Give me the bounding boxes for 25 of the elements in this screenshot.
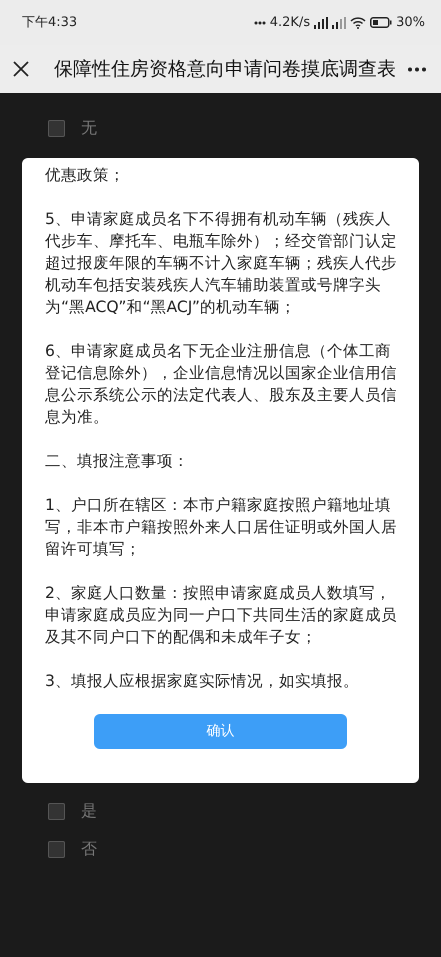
checkbox[interactable] bbox=[48, 802, 65, 820]
notice-paragraph: 1、户口所在辖区：本市户籍家庭按照户籍地址填写，非本市户籍按照外来人口居住证明或外国人居留许可填写； bbox=[45, 495, 397, 560]
more-icon[interactable] bbox=[407, 66, 427, 72]
notice-paragraph: 优惠政策； bbox=[45, 165, 126, 186]
notice-paragraph: 2、家庭人口数量：按照申请家庭成员人数填写，申请家庭成员应为同一户口下共同生活的家庭成员及其不同户口下的配偶和未成年子女； bbox=[45, 583, 397, 648]
option-label: 无 bbox=[81, 117, 97, 139]
close-icon[interactable] bbox=[12, 60, 30, 78]
battery-icon bbox=[370, 17, 392, 28]
checkbox[interactable] bbox=[48, 120, 65, 136]
option-label: 否 bbox=[81, 838, 97, 860]
network-speed: 4.2K/s bbox=[270, 14, 310, 32]
checkbox[interactable] bbox=[48, 840, 65, 858]
status-time: 下午4:33 bbox=[22, 14, 78, 32]
confirm-button[interactable]: 确认 bbox=[94, 714, 347, 749]
notice-paragraph: 5、申请家庭成员名下不得拥有机动车辆（残疾人代步车、摩托车、电瓶车除外）；经交管部门认定超过报废年限的车辆不计入家庭车辆；残疾人代步机动车包括安装残疾人汽车辅助装置或号牌字头为“黑ACQ”和“黑ACJ”的机动车辆； bbox=[45, 209, 397, 318]
wifi-icon bbox=[350, 16, 366, 28]
notice-paragraph: 3、填报人应根据家庭实际情况，如实填报。 bbox=[45, 671, 360, 692]
more-dots-icon bbox=[254, 20, 266, 24]
signal-icon bbox=[314, 16, 328, 28]
option-label: 是 bbox=[81, 800, 97, 822]
page-title: 保障性住房资格意向申请问卷摸底调查表 bbox=[54, 56, 397, 82]
signal-icon bbox=[332, 16, 346, 28]
notice-paragraph: 二、填报注意事项： bbox=[45, 451, 190, 472]
notice-paragraph: 6、申请家庭成员名下无企业注册信息（个体工商登记信息除外），企业信息情况以国家企业信用信息公示系统公示的法定代表人、股东及主要人员信息为准。 bbox=[45, 341, 397, 428]
battery-percent: 30% bbox=[396, 14, 425, 32]
